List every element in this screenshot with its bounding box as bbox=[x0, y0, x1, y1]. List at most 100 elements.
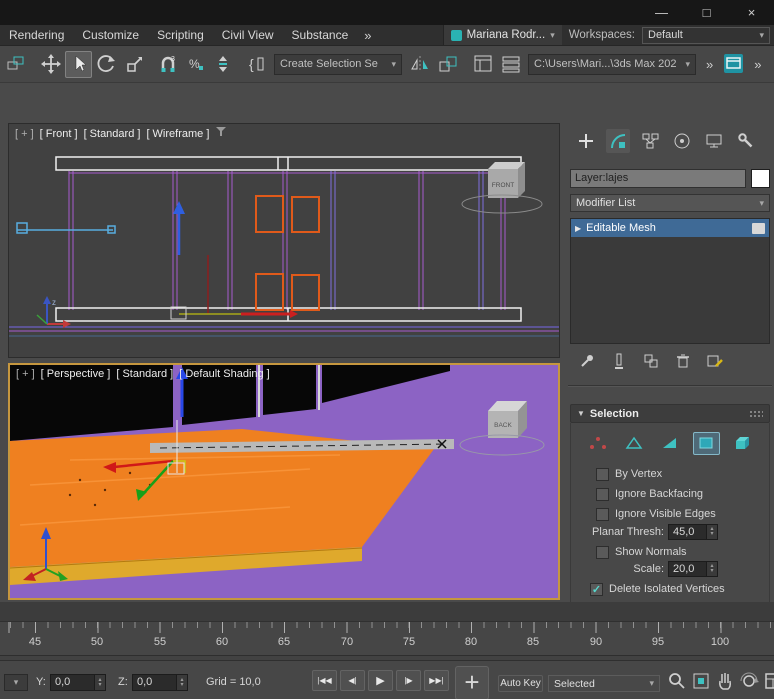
menu-overflow-chevron-icon[interactable]: » bbox=[357, 28, 378, 43]
viewport-menu-standard[interactable]: [ Standard ] bbox=[116, 368, 173, 380]
snaps-toggle-icon[interactable]: 3 bbox=[154, 51, 181, 78]
menu-civil-view[interactable]: Civil View bbox=[213, 25, 283, 45]
go-to-start-button[interactable]: |◀◀ bbox=[312, 670, 337, 691]
ignore-backfacing-checkbox[interactable] bbox=[596, 488, 609, 501]
modify-tab-icon[interactable] bbox=[606, 129, 630, 153]
planar-threshold-value[interactable]: 45,0 bbox=[669, 525, 706, 539]
toolbar-overflow-chevron-icon[interactable]: » bbox=[700, 57, 719, 72]
show-end-result-icon[interactable] bbox=[610, 352, 628, 373]
spinner-arrows-icon[interactable]: ▴▾ bbox=[94, 675, 105, 690]
spinner-arrows-icon[interactable]: ▴▾ bbox=[706, 525, 717, 539]
orbit-icon[interactable] bbox=[738, 670, 760, 692]
by-vertex-checkbox[interactable] bbox=[596, 468, 609, 481]
viewport-menu-general[interactable]: [ + ] bbox=[16, 368, 35, 380]
selection-rollout-header[interactable]: ▼ Selection bbox=[570, 404, 770, 423]
viewport-menu-shading[interactable]: [ Default Shading ] bbox=[179, 368, 270, 380]
z-coordinate-value[interactable]: 0,0 bbox=[133, 675, 176, 690]
make-unique-icon[interactable] bbox=[642, 352, 660, 373]
create-tab-icon[interactable] bbox=[574, 129, 598, 153]
viewcube-perspective[interactable]: BACK bbox=[460, 401, 544, 455]
toolbar-overflow-chevron-icon[interactable]: » bbox=[748, 57, 767, 72]
y-coordinate-field[interactable]: 0,0 ▴▾ bbox=[50, 674, 106, 691]
minimize-button[interactable]: — bbox=[639, 0, 684, 25]
viewport-menu-pov[interactable]: [ Front ] bbox=[40, 128, 78, 140]
viewport-menu-standard[interactable]: [ Standard ] bbox=[84, 128, 141, 140]
spinner-snap-icon[interactable] bbox=[210, 51, 237, 78]
pan-icon[interactable] bbox=[714, 670, 736, 692]
previous-frame-button[interactable]: ◀| bbox=[340, 670, 365, 691]
object-name-layer-field[interactable]: Layer:lajes bbox=[570, 169, 746, 188]
viewport-menu-shading[interactable]: [ Wireframe ] bbox=[146, 128, 209, 140]
object-color-swatch[interactable] bbox=[751, 169, 770, 188]
delete-isolated-vertices-checkbox[interactable]: ✓ bbox=[590, 583, 603, 596]
motion-tab-icon[interactable] bbox=[670, 129, 694, 153]
funnel-icon[interactable] bbox=[215, 127, 227, 140]
percent-snap-icon[interactable]: % bbox=[182, 51, 209, 78]
stack-item-editable-mesh[interactable]: ▶ Editable Mesh bbox=[571, 219, 769, 237]
select-and-move-icon[interactable] bbox=[37, 51, 64, 78]
viewport-perspective[interactable]: BACK [ + ] [ Perspective ] [ Standard ] … bbox=[8, 363, 560, 600]
planar-threshold-spinner[interactable]: 45,0 ▴▾ bbox=[668, 524, 718, 540]
maximize-button[interactable]: □ bbox=[684, 0, 729, 25]
viewport-front[interactable]: z FRONT [ + ] [ Front ] [ Standard ] [ W… bbox=[8, 123, 560, 358]
face-subobject-icon[interactable] bbox=[657, 432, 684, 455]
close-button[interactable]: × bbox=[729, 0, 774, 25]
maximize-viewport-toggle-icon[interactable] bbox=[762, 670, 774, 692]
front-move-gizmo[interactable] bbox=[171, 201, 298, 319]
named-selection-sets-icon[interactable]: { bbox=[243, 51, 270, 78]
stack-expand-icon[interactable]: ▶ bbox=[575, 224, 581, 233]
coordinate-display-dropdown[interactable]: ▾ bbox=[4, 674, 28, 691]
workspace-user-dropdown[interactable]: Mariana Rodr... ▾ bbox=[443, 25, 562, 45]
remove-modifier-icon[interactable] bbox=[674, 352, 692, 373]
configure-modifier-sets-icon[interactable] bbox=[706, 352, 724, 373]
select-object-icon[interactable] bbox=[65, 51, 92, 78]
hierarchy-tab-icon[interactable] bbox=[638, 129, 662, 153]
time-ruler[interactable]: 45 50 55 60 65 70 75 80 85 90 95 100 bbox=[0, 622, 774, 656]
select-and-link-icon[interactable] bbox=[2, 51, 29, 78]
viewport-menu-general[interactable]: [ + ] bbox=[15, 128, 34, 140]
spinner-arrows-icon[interactable]: ▴▾ bbox=[176, 675, 187, 690]
next-frame-button[interactable]: |▶ bbox=[396, 670, 421, 691]
named-selection-set-combo[interactable]: Create Selection Se ▾ bbox=[274, 54, 402, 75]
utilities-tab-icon[interactable] bbox=[734, 129, 758, 153]
spinner-arrows-icon[interactable]: ▴▾ bbox=[706, 562, 717, 576]
project-folder-combo[interactable]: C:\Users\Mari...\3ds Max 202 ▾ bbox=[528, 54, 696, 75]
menu-customize[interactable]: Customize bbox=[73, 25, 148, 45]
menu-substance[interactable]: Substance bbox=[283, 25, 358, 45]
toggle-scene-explorer-icon[interactable] bbox=[469, 51, 496, 78]
auto-key-button[interactable]: Auto Key bbox=[498, 675, 543, 692]
zoom-extents-icon[interactable] bbox=[690, 670, 712, 692]
toggle-layer-explorer-icon[interactable] bbox=[497, 51, 524, 78]
go-to-end-button[interactable]: ▶▶| bbox=[424, 670, 449, 691]
vertex-subobject-icon[interactable] bbox=[585, 432, 612, 455]
edge-subobject-icon[interactable] bbox=[621, 432, 648, 455]
stack-onoff-toggle-icon[interactable] bbox=[752, 223, 765, 234]
add-key-button[interactable]: + bbox=[455, 666, 489, 699]
chevron-down-icon: ▾ bbox=[759, 198, 764, 209]
normals-scale-value[interactable]: 20,0 bbox=[669, 562, 706, 576]
zoom-icon[interactable] bbox=[666, 670, 688, 692]
menu-rendering[interactable]: Rendering bbox=[0, 25, 73, 45]
display-tab-icon[interactable] bbox=[702, 129, 726, 153]
normals-scale-spinner[interactable]: 20,0 ▴▾ bbox=[668, 561, 718, 577]
polygon-subobject-icon[interactable] bbox=[693, 432, 720, 455]
ignore-visible-edges-checkbox[interactable] bbox=[596, 508, 609, 521]
workspace-select[interactable]: Default ▾ bbox=[642, 27, 770, 44]
select-and-scale-icon[interactable] bbox=[121, 51, 148, 78]
render-setup-icon[interactable] bbox=[720, 51, 747, 78]
pin-stack-icon[interactable] bbox=[578, 352, 596, 373]
z-coordinate-field[interactable]: 0,0 ▴▾ bbox=[132, 674, 188, 691]
mirror-icon[interactable] bbox=[406, 51, 433, 78]
select-and-rotate-icon[interactable] bbox=[93, 51, 120, 78]
viewport-menu-pov[interactable]: [ Perspective ] bbox=[41, 368, 111, 380]
modifier-list-dropdown[interactable]: Modifier List ▾ bbox=[570, 194, 770, 212]
modifier-stack[interactable]: ▶ Editable Mesh bbox=[570, 218, 770, 344]
y-coordinate-value[interactable]: 0,0 bbox=[51, 675, 94, 690]
align-icon[interactable] bbox=[434, 51, 461, 78]
track-bar[interactable] bbox=[0, 602, 774, 622]
menu-scripting[interactable]: Scripting bbox=[148, 25, 213, 45]
element-subobject-icon[interactable] bbox=[729, 432, 756, 455]
key-filter-select[interactable]: Selected ▾ bbox=[548, 675, 660, 692]
show-normals-checkbox[interactable] bbox=[596, 546, 609, 559]
play-button[interactable]: ▶ bbox=[368, 670, 393, 691]
